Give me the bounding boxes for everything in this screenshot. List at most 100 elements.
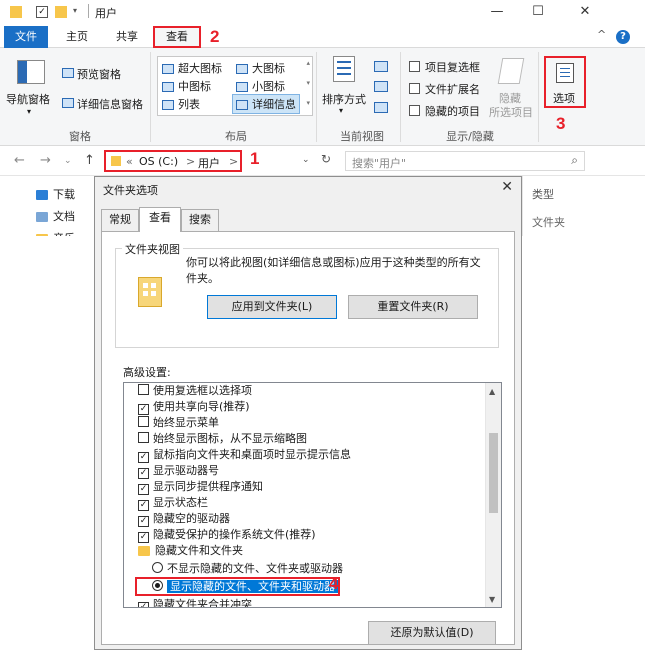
navigation-pane-icon[interactable] [17, 60, 45, 84]
advanced-setting-row[interactable]: ✓ 使用共享向导(推荐) [138, 399, 250, 415]
advanced-setting-row[interactable]: ✓ 显示同步提供程序通知 [138, 479, 263, 495]
checkbox-unchecked[interactable] [138, 416, 149, 427]
advanced-setting-label: 使用复选框以选择项 [153, 384, 252, 397]
advanced-setting-row[interactable]: ✓ 显示状态栏 [138, 495, 208, 511]
collapse-ribbon-icon[interactable]: ^ [597, 28, 606, 41]
checkbox-icon[interactable]: ✓ [36, 6, 48, 18]
breadcrumb-drive[interactable]: OS (C:) [139, 155, 178, 168]
annotation-3: 3 [556, 114, 566, 133]
sort-icon[interactable] [333, 56, 355, 82]
advanced-setting-row[interactable]: 隐藏文件和文件夹 [138, 543, 243, 559]
advanced-setting-row[interactable]: ✓ 隐藏受保护的操作系统文件(推荐) [138, 527, 316, 543]
expand-icon[interactable]: ▾ [306, 99, 310, 107]
scroll-up-icon[interactable]: ▴ [306, 59, 310, 67]
scroll-down-icon[interactable]: ▼ [489, 595, 495, 604]
layout-extra-large-icons[interactable]: 超大图标 [162, 60, 222, 76]
layout-large-icons[interactable]: 大图标 [236, 60, 285, 76]
help-icon[interactable]: ? [616, 30, 630, 44]
annotation-highlight [135, 577, 340, 596]
group-by-icon[interactable] [374, 61, 388, 72]
layout-details[interactable]: 详细信息 [232, 94, 300, 114]
tab-home[interactable]: 主页 [62, 26, 92, 48]
folder-icon[interactable] [55, 6, 67, 18]
layout-medium-icons[interactable]: 中图标 [162, 78, 211, 94]
group-label-current-view: 当前视图 [340, 130, 384, 143]
advanced-setting-row[interactable]: ✓ 隐藏文件夹合并冲突 [138, 597, 252, 607]
checkbox-checked[interactable]: ✓ [138, 484, 149, 495]
checkbox-checked[interactable]: ✓ [138, 602, 149, 607]
dialog-close-button[interactable]: ✕ [501, 179, 513, 195]
maximize-button[interactable]: ☐ [523, 2, 553, 22]
column-header-type[interactable]: 类型 [532, 186, 554, 202]
advanced-setting-row[interactable]: 不显示隐藏的文件、文件夹或驱动器 [152, 561, 343, 577]
back-arrow-icon[interactable]: ← [14, 153, 25, 168]
tab-file[interactable]: 文件 [4, 26, 48, 48]
tab-view[interactable]: 查看 [153, 26, 201, 48]
advanced-setting-row[interactable]: ✓ 显示驱动器号 [138, 463, 219, 479]
address-bar[interactable]: « OS (C:) > 用户 > [104, 150, 242, 172]
hidden-items-checkbox[interactable] [409, 105, 420, 116]
details-pane-button[interactable]: 详细信息窗格 [77, 96, 143, 112]
recent-locations-icon[interactable]: ⌄ [64, 156, 72, 166]
preview-pane-button[interactable]: 预览窗格 [77, 66, 121, 82]
close-button[interactable]: ✕ [570, 2, 600, 22]
checkbox-checked[interactable]: ✓ [138, 500, 149, 511]
advanced-setting-row[interactable]: 使用复选框以选择项 [138, 383, 252, 399]
checkbox-checked[interactable]: ✓ [138, 452, 149, 463]
address-dropdown-icon[interactable]: ⌄ [302, 155, 310, 165]
navigation-pane-button[interactable]: 导航窗格 [6, 91, 50, 107]
minimize-button[interactable]: — [482, 2, 512, 22]
advanced-setting-label: 使用共享向导(推荐) [153, 400, 250, 413]
search-icon[interactable]: ⌕ [571, 153, 578, 168]
overflow-chevron-icon[interactable]: « [126, 155, 133, 168]
apply-to-folders-button[interactable]: 应用到文件夹(L) [207, 295, 337, 319]
nav-item-music[interactable]: 音乐 [36, 230, 75, 236]
layout-item-label: 小图标 [252, 80, 285, 93]
search-input[interactable]: 搜索"用户" ⌕ [345, 151, 585, 171]
breadcrumb-folder[interactable]: 用户 [198, 155, 220, 171]
chevron-down-icon[interactable]: ▾ [27, 107, 31, 116]
advanced-setting-row[interactable]: ✓ 隐藏空的驱动器 [138, 511, 230, 527]
advanced-setting-row[interactable]: 始终显示菜单 [138, 415, 219, 431]
chevron-down-icon[interactable]: ▾ [339, 106, 343, 115]
scroll-up-icon[interactable]: ▲ [489, 387, 495, 396]
radio-unselected[interactable] [152, 562, 163, 573]
annotation-2: 2 [210, 27, 220, 46]
refresh-icon[interactable]: ↻ [321, 152, 331, 166]
checkbox-checked[interactable]: ✓ [138, 532, 149, 543]
preview-pane-icon [62, 68, 74, 78]
reset-folders-button[interactable]: 重置文件夹(R) [348, 295, 478, 319]
sort-by-button[interactable]: 排序方式 [322, 91, 366, 107]
chevron-down-icon[interactable]: ▾ [73, 6, 85, 18]
checkbox-unchecked[interactable] [138, 432, 149, 443]
size-columns-icon[interactable] [374, 102, 388, 113]
checkbox-checked[interactable]: ✓ [138, 516, 149, 527]
nav-item-downloads[interactable]: 下载 [36, 186, 75, 202]
forward-arrow-icon[interactable]: → [40, 153, 51, 168]
divider [538, 52, 539, 142]
layout-small-icons[interactable]: 小图标 [236, 78, 285, 94]
tab-share[interactable]: 共享 [112, 26, 142, 48]
restore-defaults-button[interactable]: 还原为默认值(D) [368, 621, 496, 645]
checkbox-checked[interactable]: ✓ [138, 404, 149, 415]
item-checkboxes-checkbox[interactable] [409, 61, 420, 72]
checkbox-unchecked[interactable] [138, 384, 149, 395]
advanced-setting-row[interactable]: ✓ 鼠标指向文件夹和桌面项时显示提示信息 [138, 447, 351, 463]
vertical-scrollbar[interactable]: ▲ ▼ [485, 383, 501, 607]
file-extensions-checkbox[interactable] [409, 83, 420, 94]
scroll-down-icon[interactable]: ▾ [306, 79, 310, 87]
tab-search[interactable]: 搜索 [181, 209, 219, 231]
nav-item-label: 下载 [53, 188, 75, 201]
up-arrow-icon[interactable]: ↑ [84, 153, 95, 168]
add-columns-icon[interactable] [374, 81, 388, 92]
advanced-setting-row[interactable]: 始终显示图标，从不显示缩略图 [138, 431, 307, 447]
scrollbar-thumb[interactable] [489, 433, 498, 513]
checkbox-checked[interactable]: ✓ [138, 468, 149, 479]
layout-list[interactable]: 列表 [162, 96, 200, 112]
advanced-setting-label: 隐藏受保护的操作系统文件(推荐) [153, 528, 316, 541]
nav-item-documents[interactable]: 文档 [36, 208, 75, 224]
breadcrumb-separator: > [186, 155, 196, 168]
tab-view[interactable]: 查看 [139, 207, 181, 232]
options-button[interactable]: 选项 [544, 56, 586, 108]
tab-general[interactable]: 常规 [101, 209, 139, 231]
